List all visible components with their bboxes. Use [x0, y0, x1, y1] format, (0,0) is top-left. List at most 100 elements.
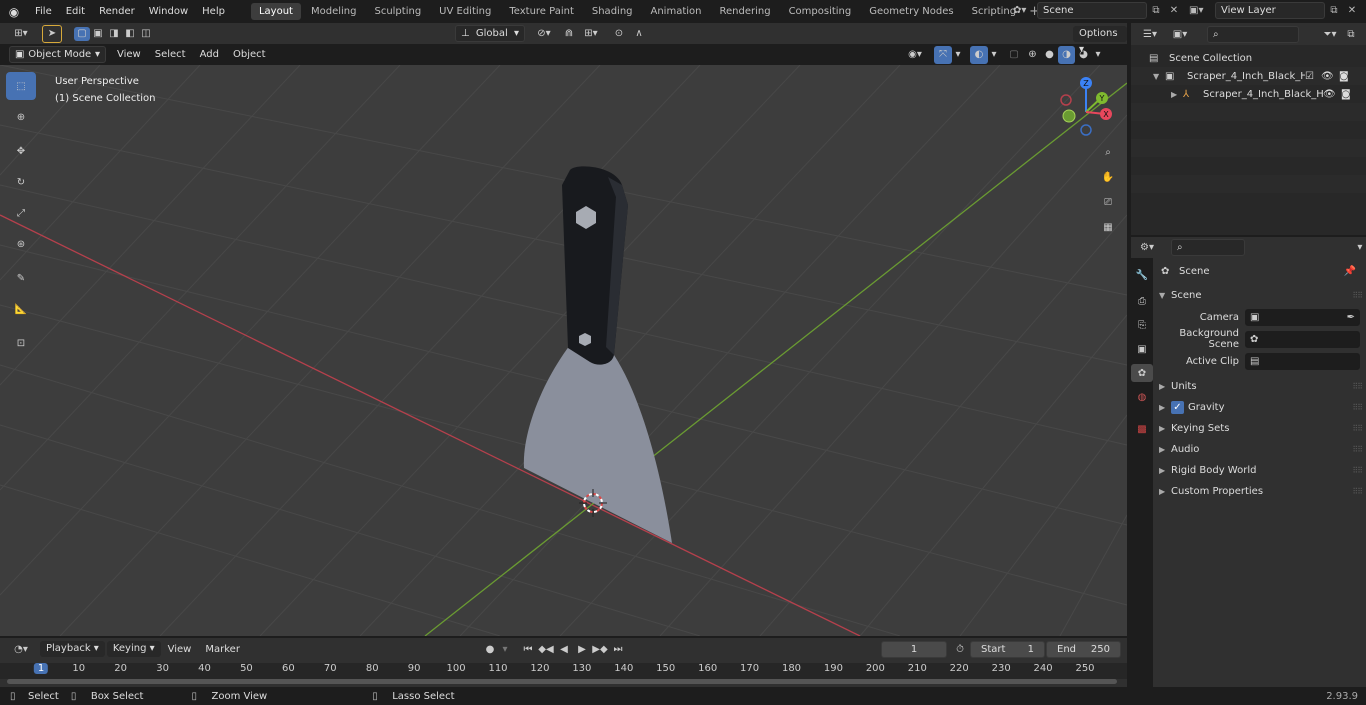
- filter-icon[interactable]: ⏷▾: [1317, 25, 1343, 43]
- tab-rendering[interactable]: Rendering: [711, 3, 778, 20]
- outliner-search-input[interactable]: ⌕: [1207, 25, 1299, 43]
- start-frame-field[interactable]: Start 1: [970, 640, 1045, 658]
- select-extend-icon[interactable]: ▣: [90, 27, 106, 41]
- ortho-grid-icon[interactable]: ▦: [1098, 218, 1118, 236]
- view-layer-field[interactable]: View Layer: [1215, 2, 1325, 19]
- audio-panel[interactable]: ▶ Audio ⠿⠿: [1153, 439, 1366, 460]
- menu-file[interactable]: File: [28, 0, 59, 23]
- playback-menu[interactable]: Playback ▾: [40, 641, 105, 657]
- object-menu[interactable]: Object: [226, 43, 273, 66]
- camera-restrict-icon[interactable]: ◙: [1341, 89, 1351, 100]
- camera-field[interactable]: ▣ ✒: [1245, 308, 1360, 326]
- annotate-tool-icon[interactable]: ✎: [6, 264, 36, 292]
- select-tool-icon[interactable]: ➤: [42, 24, 62, 43]
- outliner-editor-icon[interactable]: ☰▾: [1137, 25, 1163, 43]
- gravity-checkbox[interactable]: ✓: [1171, 401, 1184, 414]
- timeline-view-menu[interactable]: View: [161, 638, 199, 661]
- units-panel[interactable]: ▶ Units ⠿⠿: [1153, 376, 1366, 397]
- tab-sculpting[interactable]: Sculpting: [366, 3, 429, 20]
- scene-section-header[interactable]: ▼ Scene ⠿⠿: [1153, 285, 1366, 306]
- select-subtract-icon[interactable]: ◨: [106, 27, 122, 41]
- solid-shading-icon[interactable]: ●: [1041, 46, 1058, 64]
- xray-icon[interactable]: ▢: [1004, 46, 1024, 64]
- jump-start-icon[interactable]: ⏮: [519, 640, 537, 658]
- timeline-scrollbar[interactable]: [7, 679, 1117, 684]
- eyedropper-icon[interactable]: ✒: [1347, 312, 1355, 323]
- use-preview-range-icon[interactable]: ⏱: [951, 640, 969, 658]
- render-tab-icon[interactable]: ⎙: [1131, 292, 1153, 310]
- navigation-gizmo[interactable]: Z Y X: [1055, 72, 1125, 142]
- display-mode-icon[interactable]: ▣▾: [1167, 25, 1193, 43]
- move-tool-icon[interactable]: ✥: [6, 137, 36, 165]
- new-scene-icon[interactable]: ⧉: [1147, 5, 1165, 16]
- background-scene-field[interactable]: ✿: [1245, 330, 1360, 348]
- timeline-editor-icon[interactable]: ◔▾: [8, 640, 34, 658]
- outliner-row[interactable]: ▼ ▣ Scraper_4_Inch_Black_Handle ☑ 👁 ◙: [1131, 67, 1366, 85]
- play-icon[interactable]: ▶: [573, 640, 591, 658]
- frame-ruler[interactable]: 1 10 20 30 40 50 60 70 80 90 100 110 120 130 140 150 160…: [0, 663, 1127, 679]
- overlay-toggle-icon[interactable]: ◐: [970, 45, 988, 64]
- marker-menu[interactable]: Marker: [198, 638, 247, 661]
- current-frame-field[interactable]: 1: [881, 640, 947, 658]
- cursor-tool-icon[interactable]: ⊕: [6, 103, 36, 131]
- add-menu[interactable]: Add: [193, 43, 226, 66]
- properties-editor-icon[interactable]: ⚙▾: [1137, 239, 1157, 257]
- select-box-tool-icon[interactable]: ⬚: [6, 72, 36, 100]
- delete-scene-icon[interactable]: ✕: [1165, 5, 1183, 16]
- select-invert-icon[interactable]: ◧: [122, 27, 138, 41]
- menu-render[interactable]: Render: [92, 0, 142, 23]
- tool-tab-icon[interactable]: 🔧: [1131, 266, 1153, 284]
- pan-hand-icon[interactable]: ✋: [1098, 168, 1118, 186]
- measure-tool-icon[interactable]: 📐: [6, 295, 36, 323]
- select-menu[interactable]: Select: [148, 43, 193, 66]
- tab-animation[interactable]: Animation: [643, 3, 710, 20]
- tab-layout[interactable]: Layout: [250, 3, 301, 20]
- new-collection-icon[interactable]: ⧉: [1343, 25, 1359, 43]
- delete-view-layer-icon[interactable]: ✕: [1343, 5, 1361, 16]
- snap-icon[interactable]: ⋒: [559, 25, 579, 43]
- custom-properties-panel[interactable]: ▶ Custom Properties ⠿⠿: [1153, 481, 1366, 502]
- overlay-dropdown-icon[interactable]: ▾: [988, 46, 1000, 64]
- 3d-viewport[interactable]: [0, 65, 1127, 636]
- scene-selector[interactable]: ✿▾ Scene ⧉ ✕: [1013, 2, 1183, 19]
- scene-tab-icon[interactable]: ✿: [1131, 364, 1153, 382]
- wireframe-shading-icon[interactable]: ⊕: [1024, 46, 1041, 64]
- tab-shading[interactable]: Shading: [584, 3, 641, 20]
- properties-search-input[interactable]: ⌕: [1171, 239, 1245, 256]
- tab-geometry-nodes[interactable]: Geometry Nodes: [861, 3, 961, 20]
- rendered-shading-icon[interactable]: ◕: [1075, 46, 1092, 64]
- record-options-icon[interactable]: ▾: [499, 640, 511, 658]
- gravity-panel[interactable]: ▶ ✓ Gravity ⠿⠿: [1153, 397, 1366, 418]
- eye-icon[interactable]: 👁: [1323, 89, 1341, 100]
- zoom-icon[interactable]: ⌕: [1098, 143, 1118, 161]
- scene-name-field[interactable]: Scene: [1037, 2, 1147, 19]
- shading-dropdown-icon[interactable]: ▾: [1092, 46, 1104, 64]
- pivot-point-icon[interactable]: ⊘▾: [531, 25, 557, 43]
- keying-menu[interactable]: Keying ▾: [106, 641, 161, 657]
- view-layer-tab-icon[interactable]: ▣: [1131, 340, 1153, 358]
- rotate-tool-icon[interactable]: ↻: [6, 168, 36, 196]
- keying-sets-panel[interactable]: ▶ Keying Sets ⠿⠿: [1153, 418, 1366, 439]
- proportional-edit-icon[interactable]: ⊙: [609, 25, 629, 43]
- world-tab-icon[interactable]: ◍: [1131, 388, 1153, 406]
- current-frame-indicator[interactable]: 1: [33, 663, 49, 674]
- transform-tool-icon[interactable]: ⊛: [6, 230, 36, 258]
- texture-tab-icon[interactable]: ▩: [1131, 420, 1153, 438]
- editor-type-icon[interactable]: ⊞▾: [8, 25, 34, 43]
- pin-icon[interactable]: 📌: [1344, 266, 1356, 277]
- falloff-icon[interactable]: ∧: [629, 25, 649, 43]
- camera-restrict-icon[interactable]: ◙: [1339, 71, 1349, 82]
- tab-compositing[interactable]: Compositing: [781, 3, 860, 20]
- select-new-icon[interactable]: ▢: [74, 26, 90, 41]
- expand-icon[interactable]: ▶: [1171, 90, 1183, 99]
- outliner-row[interactable]: ▶ ⅄ Scraper_4_Inch_Black_Ha 👁 ◙: [1131, 85, 1366, 103]
- select-intersect-icon[interactable]: ◫: [138, 27, 154, 41]
- mode-dropdown[interactable]: ▣ Object Mode ▾: [9, 46, 106, 63]
- active-clip-field[interactable]: ▤: [1245, 352, 1360, 370]
- view-layer-selector[interactable]: ▣▾ View Layer ⧉ ✕: [1189, 2, 1361, 19]
- gizmo-dropdown-icon[interactable]: ▾: [952, 46, 964, 64]
- eye-icon[interactable]: 👁: [1321, 71, 1339, 82]
- menu-help[interactable]: Help: [195, 0, 232, 23]
- menu-window[interactable]: Window: [142, 0, 195, 23]
- viewport-canvas[interactable]: [0, 65, 1127, 636]
